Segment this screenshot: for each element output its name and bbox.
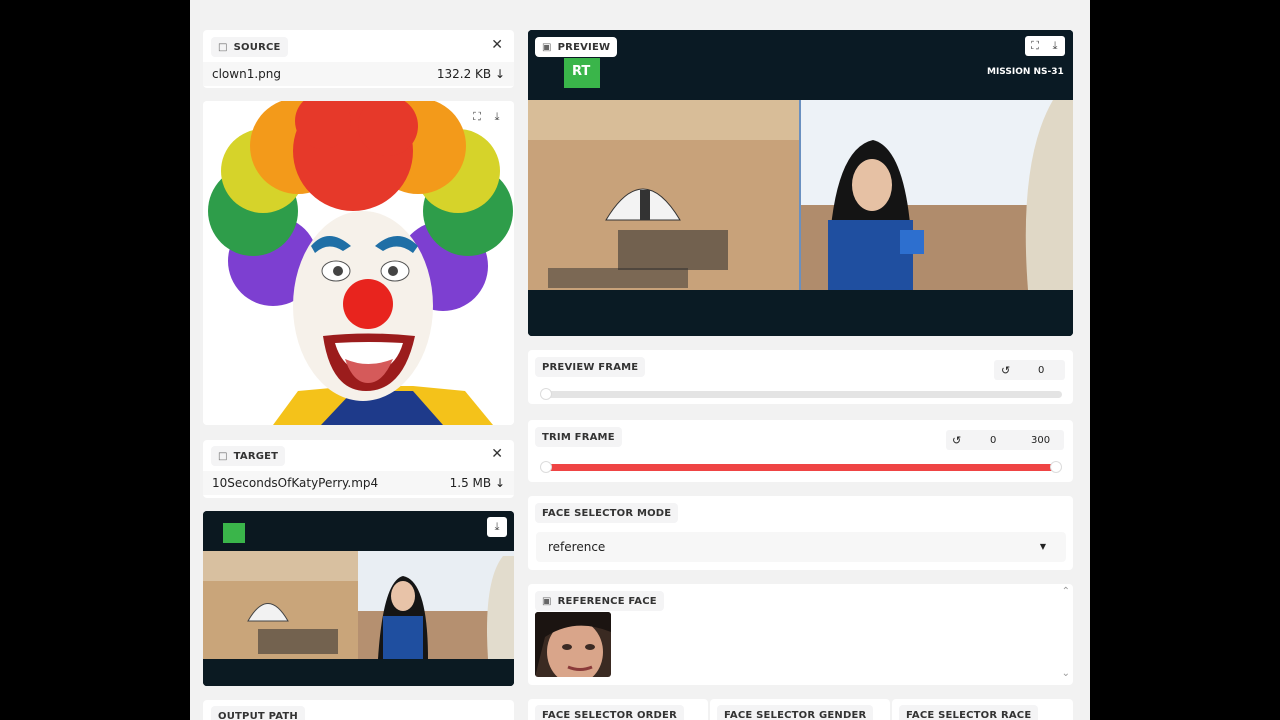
- preview-frame-chip: PREVIEW FRAME: [535, 357, 646, 377]
- face-selector-order-panel: FACE SELECTOR ORDER: [528, 699, 708, 720]
- chevron-down-icon[interactable]: ▼: [1040, 542, 1046, 551]
- output-panel: OUTPUT PATH: [203, 700, 514, 720]
- reference-face-label: REFERENCE FACE: [557, 595, 657, 607]
- target-video-frame: [203, 511, 514, 686]
- trim-frame-panel: TRIM FRAME ↺ 0 300: [528, 420, 1073, 482]
- source-panel: □ SOURCE ✕ clown1.png 132.2 KB ↓: [203, 30, 514, 88]
- face-selector-race-panel: FACE SELECTOR RACE: [892, 699, 1073, 720]
- target-file-name: 10SecondsOfKatyPerry.mp4: [212, 476, 379, 490]
- source-close-icon[interactable]: ✕: [491, 37, 503, 53]
- source-image: ⛶ ⤓: [203, 101, 514, 425]
- preview-frame-value[interactable]: 0: [1038, 365, 1044, 376]
- scroll-down-icon[interactable]: ⌄: [1062, 668, 1070, 679]
- clown-image: [203, 101, 514, 425]
- preview-frame-panel: PREVIEW FRAME ↺ 0: [528, 350, 1073, 404]
- reset-icon[interactable]: ↺: [1001, 364, 1010, 377]
- face-selector-mode-chip: FACE SELECTOR MODE: [535, 503, 679, 523]
- trim-frame-start[interactable]: 0: [990, 435, 996, 446]
- preview-overlay-text: MISSION NS-31: [987, 67, 1064, 77]
- target-close-icon[interactable]: ✕: [491, 446, 503, 462]
- preview-label: PREVIEW: [557, 41, 611, 53]
- reference-face-panel: ▣ REFERENCE FACE ⌃ ⌄: [528, 584, 1073, 685]
- source-label: SOURCE: [233, 41, 281, 53]
- source-file-name: clown1.png: [212, 67, 281, 81]
- face-selector-mode-dropdown[interactable]: reference ▼: [536, 532, 1066, 562]
- target-file-size[interactable]: 1.5 MB ↓: [450, 476, 505, 490]
- preview-logo-text: RT: [572, 64, 591, 79]
- trim-frame-end-thumb[interactable]: [1050, 461, 1062, 473]
- face-selector-mode-panel: FACE SELECTOR MODE reference ▼: [528, 496, 1073, 570]
- reference-face-chip: ▣ REFERENCE FACE: [535, 591, 664, 611]
- face-selector-race-chip: FACE SELECTOR RACE: [899, 705, 1039, 720]
- target-label: TARGET: [233, 450, 279, 462]
- download-icon[interactable]: ⤓: [1045, 36, 1065, 56]
- target-file-row[interactable]: 10SecondsOfKatyPerry.mp4 1.5 MB ↓: [203, 471, 514, 495]
- scroll-up-icon[interactable]: ⌃: [1062, 586, 1070, 597]
- reset-icon[interactable]: ↺: [952, 434, 961, 447]
- preview-panel: ▣ PREVIEW RT MISSION NS-31 ⛶ ⤓: [528, 30, 1073, 336]
- image-icon: ▣: [542, 41, 552, 53]
- download-icon[interactable]: ⤓: [487, 107, 507, 127]
- trim-frame-start-thumb[interactable]: [540, 461, 552, 473]
- face-selector-gender-chip: FACE SELECTOR GENDER: [717, 705, 874, 720]
- file-icon: □: [218, 450, 228, 462]
- preview-frame-label: PREVIEW FRAME: [542, 361, 639, 373]
- face-selector-gender-label: FACE SELECTOR GENDER: [724, 709, 867, 720]
- face-selector-order-chip: FACE SELECTOR ORDER: [535, 705, 684, 720]
- face-selector-mode-value: reference: [548, 540, 606, 554]
- source-file-size[interactable]: 132.2 KB ↓: [437, 67, 505, 81]
- app-window: □ SOURCE ✕ clown1.png 132.2 KB ↓ ⛶ ⤓ □ T…: [190, 0, 1090, 720]
- face-selector-race-label: FACE SELECTOR RACE: [906, 709, 1032, 720]
- trim-frame-end[interactable]: 300: [1031, 435, 1050, 446]
- preview-frame-slider-thumb[interactable]: [540, 388, 552, 400]
- output-label: OUTPUT PATH: [218, 710, 298, 720]
- reference-face-image: [535, 612, 611, 677]
- reference-face-thumbnail[interactable]: [535, 612, 611, 677]
- fullscreen-icon[interactable]: ⛶: [467, 107, 487, 127]
- download-icon[interactable]: ⤓: [487, 517, 507, 537]
- trim-frame-label: TRIM FRAME: [542, 431, 615, 443]
- face-selector-mode-label: FACE SELECTOR MODE: [542, 507, 672, 519]
- face-selector-gender-panel: FACE SELECTOR GENDER: [710, 699, 890, 720]
- image-icon: ▣: [542, 595, 552, 607]
- preview-frame-slider-track[interactable]: [540, 391, 1062, 398]
- trim-frame-slider-range: [546, 464, 1056, 471]
- face-selector-order-label: FACE SELECTOR ORDER: [542, 709, 677, 720]
- fullscreen-icon[interactable]: ⛶: [1025, 36, 1045, 56]
- target-chip: □ TARGET: [211, 446, 286, 466]
- target-video[interactable]: ⤓: [203, 511, 514, 686]
- output-chip: OUTPUT PATH: [211, 706, 305, 720]
- trim-frame-chip: TRIM FRAME: [535, 427, 622, 447]
- file-icon: □: [218, 41, 228, 53]
- target-panel: □ TARGET ✕ 10SecondsOfKatyPerry.mp4 1.5 …: [203, 440, 514, 498]
- source-chip: □ SOURCE: [211, 37, 288, 57]
- preview-chip: ▣ PREVIEW: [535, 37, 618, 57]
- source-file-row[interactable]: clown1.png 132.2 KB ↓: [203, 62, 514, 86]
